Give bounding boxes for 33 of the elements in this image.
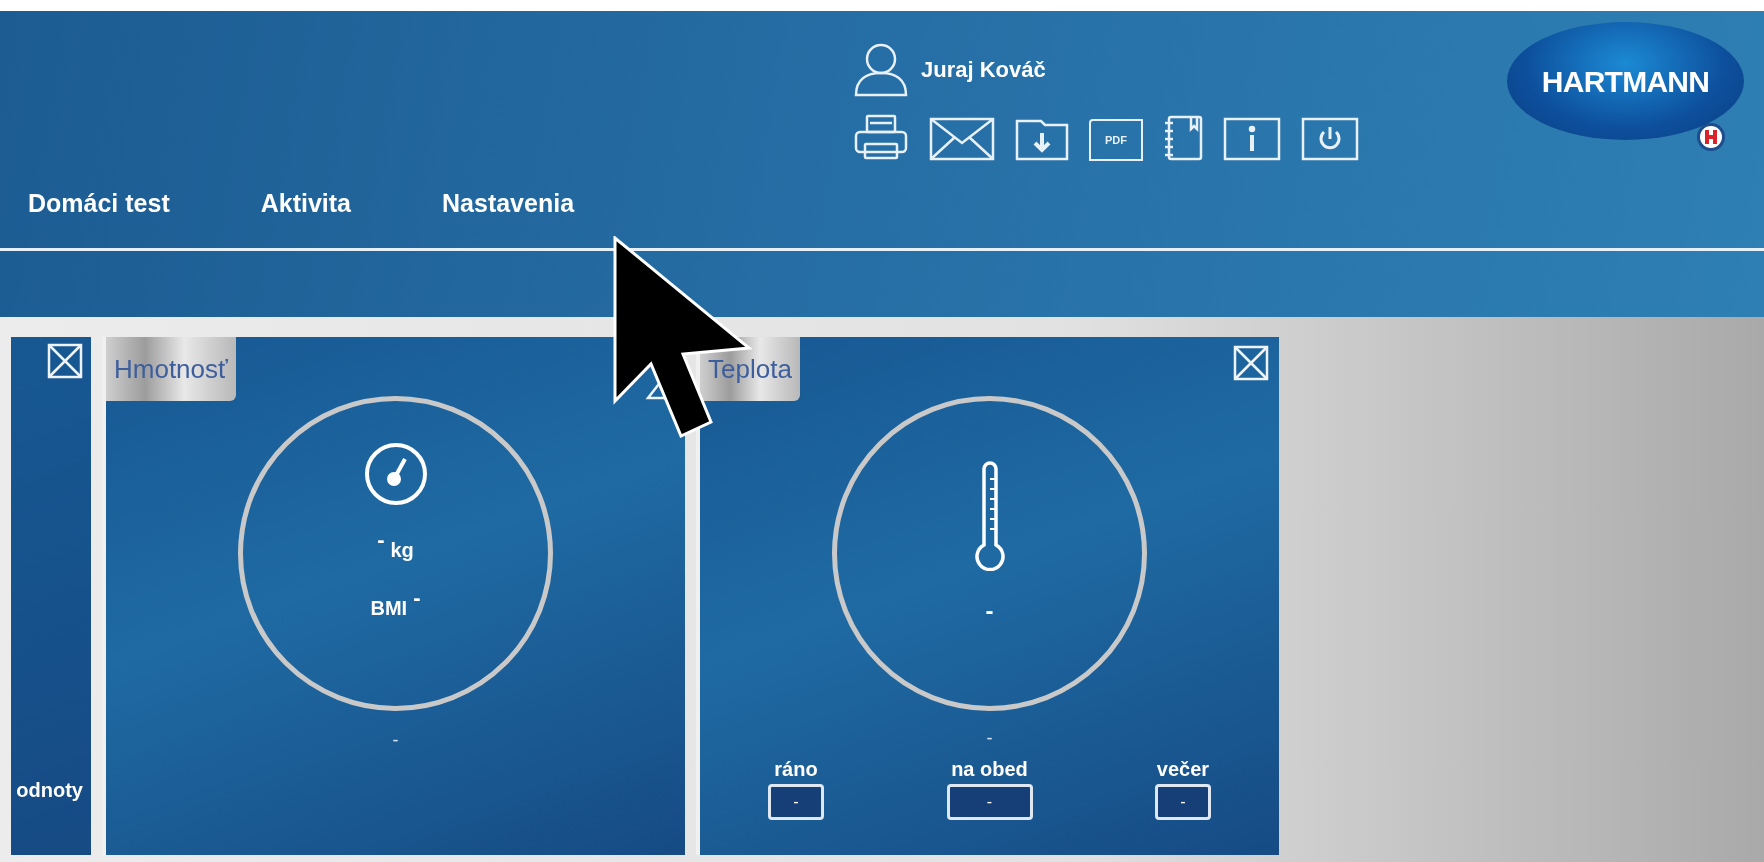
nav-link[interactable]: Domáci test <box>28 184 170 222</box>
pdf-folder-icon[interactable]: PDF <box>1089 119 1143 161</box>
close-icon[interactable] <box>1233 345 1269 381</box>
bmi-value: - <box>413 587 421 609</box>
power-icon[interactable] <box>1301 117 1359 161</box>
reading-value: - <box>768 784 824 820</box>
weight-value: - <box>377 529 385 551</box>
close-icon[interactable] <box>47 343 83 379</box>
folder-download-icon[interactable] <box>1015 119 1069 161</box>
trend-value: - <box>392 729 399 752</box>
reading-value: - <box>946 784 1033 820</box>
pdf-label: PDF <box>1105 132 1127 148</box>
user-icon <box>853 41 909 97</box>
card-footer-label: odnoty <box>16 778 83 803</box>
weight-unit: kg <box>390 538 414 563</box>
trend-value: - <box>986 727 993 750</box>
user-name: Juraj Kováč <box>921 56 1046 84</box>
notebook-icon[interactable] <box>1163 115 1203 161</box>
nav-link[interactable]: Nastavenia <box>442 184 575 222</box>
info-icon[interactable] <box>1223 117 1281 161</box>
printer-icon[interactable] <box>853 113 909 161</box>
reading-label: ráno <box>774 757 818 782</box>
cross-badge-icon <box>1696 122 1726 152</box>
temperature-value: - <box>985 596 994 626</box>
nav-link[interactable]: Aktivita <box>260 184 352 222</box>
logo-text: HARTMANN <box>1541 63 1710 100</box>
gauge-icon <box>362 441 429 507</box>
envelope-icon[interactable] <box>929 117 995 161</box>
reading-label: na obed <box>951 757 1028 782</box>
card-title: Hmotnosť <box>106 337 236 401</box>
reading-value: - <box>1155 784 1211 820</box>
reading-label: večer <box>1156 757 1210 782</box>
bmi-label: BMI <box>370 596 408 621</box>
